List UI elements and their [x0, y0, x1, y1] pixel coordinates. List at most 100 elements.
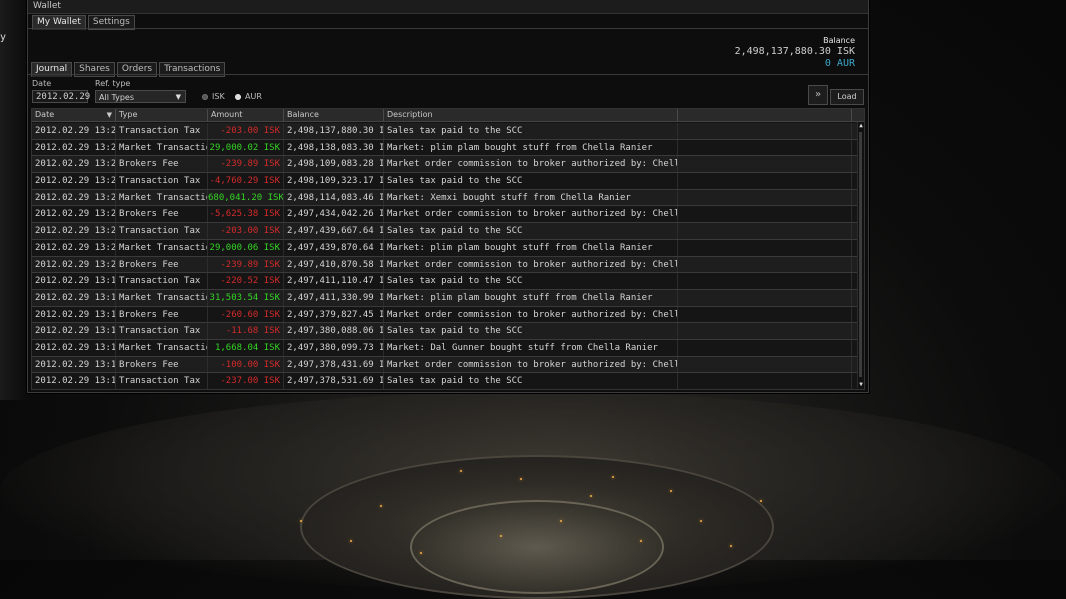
cell-description: Market order commission to broker author… — [384, 256, 678, 273]
cell-type: Transaction Tax — [116, 173, 208, 189]
cell-type: Transaction Tax — [116, 373, 208, 389]
cell-description: Market order commission to broker author… — [384, 206, 678, 223]
cell-balance: 2,497,378,431.69 ISK — [284, 356, 384, 373]
table-row[interactable]: 2012.02.29 13:19 Transaction Tax -11.68 IS… — [32, 323, 858, 340]
divider — [28, 28, 868, 29]
table-row[interactable]: 2012.02.29 13:20 Market Transaction 29,000… — [32, 139, 858, 157]
cell-empty — [678, 189, 852, 206]
cell-type: Market Transaction — [116, 339, 208, 356]
cell-empty — [678, 306, 852, 323]
radio-aur[interactable]: AUR — [235, 92, 262, 101]
column-header-type[interactable]: Type — [116, 109, 208, 121]
divider — [28, 74, 868, 75]
balance-isk: 2,498,137,880.30 ISK — [734, 46, 855, 57]
cell-empty — [678, 123, 852, 139]
cell-amount: -220.52 ISK — [208, 273, 284, 289]
background-station-core — [410, 500, 664, 594]
cell-description: Sales tax paid to the SCC — [384, 373, 678, 389]
window-titlebar[interactable]: Wallet — [28, 0, 868, 14]
table-body: 2012.02.29 13:20 Transaction Tax -203.00 I… — [32, 123, 858, 389]
cell-type: Brokers Fee — [116, 156, 208, 173]
background-light — [300, 520, 302, 522]
column-header-balance[interactable]: Balance — [284, 109, 384, 121]
cell-type: Brokers Fee — [116, 356, 208, 373]
radio-aur-label: AUR — [245, 92, 262, 101]
cell-description: Market order commission to broker author… — [384, 156, 678, 173]
table-row[interactable]: 2012.02.29 13:20 Brokers Fee -239.89 ISK 2,… — [32, 256, 858, 274]
background-light — [612, 476, 614, 478]
background-light — [460, 470, 462, 472]
cell-date: 2012.02.29 13:20 — [32, 256, 116, 273]
cell-date: 2012.02.29 13:20 — [32, 139, 116, 156]
cell-amount: 31,503.54 ISK — [208, 289, 284, 306]
background-light — [730, 545, 732, 547]
table-row[interactable]: 2012.02.29 13:19 Transaction Tax -220.52 I… — [32, 273, 858, 290]
cell-balance: 2,497,434,042.26 ISK — [284, 206, 384, 223]
cell-empty — [678, 356, 852, 373]
cell-description: Sales tax paid to the SCC — [384, 273, 678, 289]
double-chevron-right-icon[interactable]: » — [808, 85, 828, 105]
cell-amount: 680,041.20 ISK — [208, 189, 284, 206]
wallet-window: Wallet My Wallet Settings Balance 2,498,… — [27, 0, 869, 393]
cell-type: Brokers Fee — [116, 306, 208, 323]
ref-type-select[interactable]: All Types ▼ — [95, 90, 186, 103]
table-row[interactable]: 2012.02.29 13:20 Transaction Tax -203.00 I… — [32, 123, 858, 140]
cell-description: Sales tax paid to the SCC — [384, 123, 678, 139]
cell-amount: -4,760.29 ISK — [208, 173, 284, 189]
background-light — [420, 552, 422, 554]
column-header-date[interactable]: Date ▼ — [32, 109, 116, 121]
table-row[interactable]: 2012.02.29 13:19 Transaction Tax -237.00 I… — [32, 373, 858, 389]
cell-empty — [678, 323, 852, 339]
table-row[interactable]: 2012.02.29 13:20 Transaction Tax -4,760.29… — [32, 173, 858, 190]
cell-date: 2012.02.29 13:20 — [32, 156, 116, 173]
load-button[interactable]: Load — [830, 89, 864, 105]
table-row[interactable]: 2012.02.29 13:19 Market Transaction 1,668.… — [32, 339, 858, 357]
table-row[interactable]: 2012.02.29 13:20 Market Transaction 29,000… — [32, 239, 858, 257]
table-row[interactable]: 2012.02.29 13:19 Brokers Fee -260.60 ISK 2,… — [32, 306, 858, 324]
table-row[interactable]: 2012.02.29 13:20 Transaction Tax -203.00 I… — [32, 223, 858, 240]
background-light — [350, 540, 352, 542]
table-row[interactable]: 2012.02.29 13:20 Brokers Fee -239.89 ISK 2,… — [32, 156, 858, 174]
cell-type: Transaction Tax — [116, 223, 208, 239]
cell-balance: 2,497,380,099.73 ISK — [284, 339, 384, 356]
cell-date: 2012.02.29 13:19 — [32, 289, 116, 306]
radio-icon — [235, 93, 241, 100]
cell-type: Brokers Fee — [116, 206, 208, 223]
scroll-up-icon[interactable]: ▲ — [858, 122, 864, 129]
cell-type: Transaction Tax — [116, 323, 208, 339]
table-row[interactable]: 2012.02.29 13:20 Brokers Fee -5,625.38 ISK… — [32, 206, 858, 224]
cell-description: Market order commission to broker author… — [384, 306, 678, 323]
table-row[interactable]: 2012.02.29 13:20 Market Transaction 680,04… — [32, 189, 858, 207]
cell-balance: 2,497,379,827.45 ISK — [284, 306, 384, 323]
column-header-amount[interactable]: Amount — [208, 109, 284, 121]
cell-balance: 2,497,410,870.58 ISK — [284, 256, 384, 273]
table-row[interactable]: 2012.02.29 13:19 Market Transaction 31,503… — [32, 289, 858, 307]
cell-amount: -239.89 ISK — [208, 256, 284, 273]
scroll-thumb[interactable] — [859, 132, 862, 377]
background-station-platform — [300, 455, 774, 599]
date-input[interactable]: 2012.02.29 — [32, 90, 90, 103]
cell-amount: -260.60 ISK — [208, 306, 284, 323]
cell-date: 2012.02.29 13:19 — [32, 356, 116, 373]
radio-isk-label: ISK — [212, 92, 225, 101]
cell-empty — [678, 173, 852, 189]
background-light — [670, 490, 672, 492]
cell-empty — [678, 289, 852, 306]
scrollbar[interactable]: ▲ ▼ — [857, 122, 864, 388]
background-light — [500, 535, 502, 537]
cell-balance: 2,497,439,667.64 ISK — [284, 223, 384, 239]
cell-description: Sales tax paid to the SCC — [384, 223, 678, 239]
column-header-description[interactable]: Description — [384, 109, 678, 121]
background-station-ring — [0, 392, 1066, 592]
cell-date: 2012.02.29 13:20 — [32, 189, 116, 206]
background-glyph: y — [0, 32, 7, 43]
background-light — [590, 495, 592, 497]
scroll-down-icon[interactable]: ▼ — [858, 381, 864, 388]
radio-isk[interactable]: ISK — [202, 92, 225, 101]
cell-description: Sales tax paid to the SCC — [384, 173, 678, 189]
ref-type-value: All Types — [99, 93, 135, 102]
cell-balance: 2,498,109,323.17 ISK — [284, 173, 384, 189]
cell-balance: 2,498,137,880.30 ISK — [284, 123, 384, 139]
table-row[interactable]: 2012.02.29 13:19 Brokers Fee -100.00 ISK 2,… — [32, 356, 858, 374]
cell-balance: 2,497,411,330.99 ISK — [284, 289, 384, 306]
